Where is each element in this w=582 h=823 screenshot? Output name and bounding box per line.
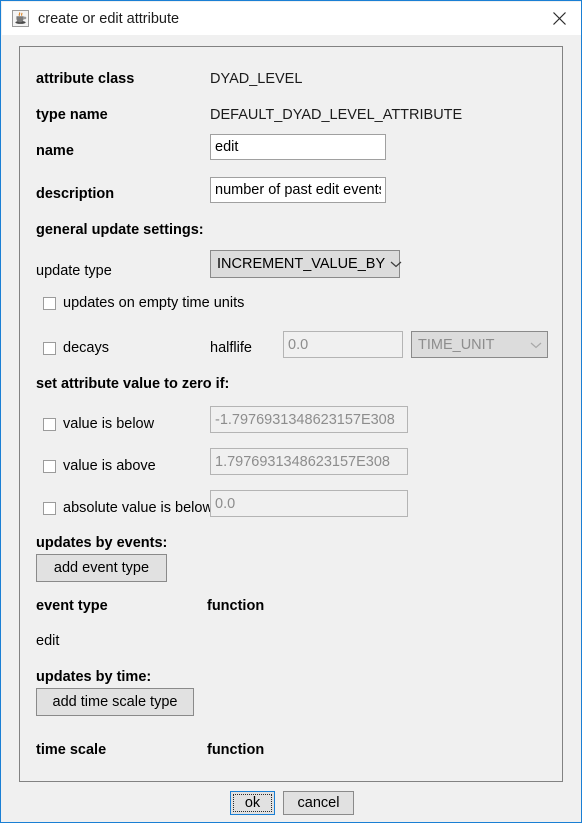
- window-title: create or edit attribute: [38, 10, 180, 27]
- time-unit-combobox[interactable]: TIME_UNIT: [411, 331, 548, 358]
- attribute-class-value: DYAD_LEVEL: [210, 71, 303, 87]
- updates-by-time-heading: updates by time:: [36, 669, 152, 685]
- value-is-above-input[interactable]: [210, 448, 408, 475]
- updates-on-empty-time-units-checkbox[interactable]: updates on empty time units: [43, 296, 244, 311]
- event-type-row-value: edit: [36, 633, 60, 649]
- ok-button[interactable]: ok: [230, 791, 275, 815]
- updates-on-empty-time-units-label: updates on empty time units: [63, 295, 245, 311]
- time-function-column-header: function: [207, 742, 265, 758]
- event-function-column-header: function: [207, 598, 265, 614]
- type-name-label: type name: [36, 107, 108, 123]
- update-type-selected-value: INCREMENT_VALUE_BY: [217, 256, 386, 272]
- add-time-scale-type-button[interactable]: add time scale type: [36, 688, 194, 716]
- type-name-value: DEFAULT_DYAD_LEVEL_ATTRIBUTE: [210, 107, 463, 123]
- cancel-button[interactable]: cancel: [283, 791, 354, 815]
- decays-checkbox[interactable]: decays: [43, 341, 109, 356]
- value-is-below-checkbox[interactable]: value is below: [43, 417, 154, 432]
- update-type-label: update type: [36, 263, 112, 279]
- absolute-value-is-below-input[interactable]: [210, 490, 408, 517]
- description-input[interactable]: [210, 177, 386, 203]
- halflife-label: halflife: [210, 340, 252, 356]
- update-type-combobox[interactable]: INCREMENT_VALUE_BY: [210, 250, 402, 278]
- time-scale-column-header: time scale: [36, 742, 107, 758]
- event-type-column-header: event type: [36, 598, 108, 614]
- create-edit-attribute-dialog: create or edit attribute attribute class…: [0, 0, 582, 823]
- name-input[interactable]: [210, 134, 386, 160]
- halflife-input[interactable]: [283, 331, 403, 358]
- checkbox-box: [43, 341, 56, 355]
- chevron-down-icon: [385, 260, 407, 268]
- name-label: name: [36, 143, 74, 159]
- dialog-footer: ok cancel: [2, 782, 581, 822]
- attribute-settings-panel: attribute class DYAD_LEVEL type name DEF…: [19, 46, 563, 782]
- time-unit-selected-value: TIME_UNIT: [418, 336, 495, 353]
- value-is-above-checkbox[interactable]: value is above: [43, 459, 156, 474]
- decays-label: decays: [63, 340, 109, 356]
- chevron-down-icon: [525, 341, 547, 349]
- value-is-below-label: value is below: [63, 416, 155, 432]
- dialog-body: attribute class DYAD_LEVEL type name DEF…: [2, 35, 581, 822]
- updates-by-events-heading: updates by events:: [36, 535, 168, 551]
- absolute-value-is-below-checkbox[interactable]: absolute value is below: [43, 501, 213, 516]
- checkbox-box: [43, 296, 56, 310]
- checkbox-box: [43, 501, 56, 515]
- zero-conditions-heading: set attribute value to zero if:: [36, 376, 230, 392]
- ok-button-label: ok: [233, 794, 272, 812]
- add-event-type-button[interactable]: add event type: [36, 554, 167, 582]
- checkbox-box: [43, 417, 56, 431]
- general-update-settings-heading: general update settings:: [36, 222, 204, 238]
- title-bar: create or edit attribute: [2, 2, 581, 35]
- description-label: description: [36, 186, 115, 202]
- value-is-above-label: value is above: [63, 458, 156, 474]
- checkbox-box: [43, 459, 56, 473]
- attribute-class-label: attribute class: [36, 71, 135, 87]
- absolute-value-is-below-label: absolute value is below: [63, 500, 213, 516]
- value-is-below-input[interactable]: [210, 406, 408, 433]
- java-coffee-cup-icon: [12, 10, 29, 27]
- close-icon[interactable]: [536, 2, 581, 34]
